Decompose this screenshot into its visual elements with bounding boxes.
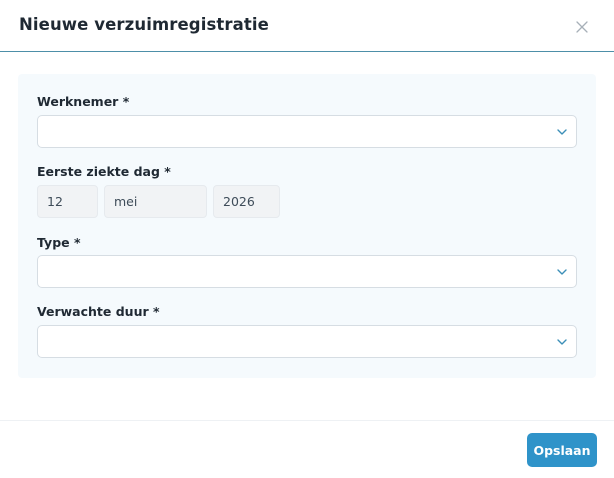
form-panel: Werknemer * Eerste ziekte dag * 12 mei 2… (18, 74, 596, 378)
sick-day-day-input[interactable]: 12 (37, 185, 98, 218)
employee-label: Werknemer * (37, 94, 130, 109)
sick-day-year-input[interactable]: 2026 (213, 185, 280, 218)
modal-footer: Opslaan (0, 420, 614, 478)
chevron-down-icon (557, 269, 567, 275)
employee-select[interactable] (37, 115, 577, 148)
save-button[interactable]: Opslaan (527, 433, 597, 467)
chevron-down-icon (557, 339, 567, 345)
type-label: Type * (37, 235, 81, 250)
first-sick-day-label: Eerste ziekte dag * (37, 164, 171, 179)
close-icon (576, 21, 588, 33)
modal-title: Nieuwe verzuimregistratie (19, 15, 269, 34)
expected-duration-select[interactable] (37, 325, 577, 358)
type-select[interactable] (37, 255, 577, 288)
close-button[interactable] (572, 17, 592, 37)
sick-day-month-input[interactable]: mei (104, 185, 207, 218)
modal-header: Nieuwe verzuimregistratie (0, 0, 614, 52)
new-absence-modal: Nieuwe verzuimregistratie Werknemer * Ee… (0, 0, 614, 478)
expected-duration-label: Verwachte duur * (37, 304, 160, 319)
chevron-down-icon (557, 129, 567, 135)
